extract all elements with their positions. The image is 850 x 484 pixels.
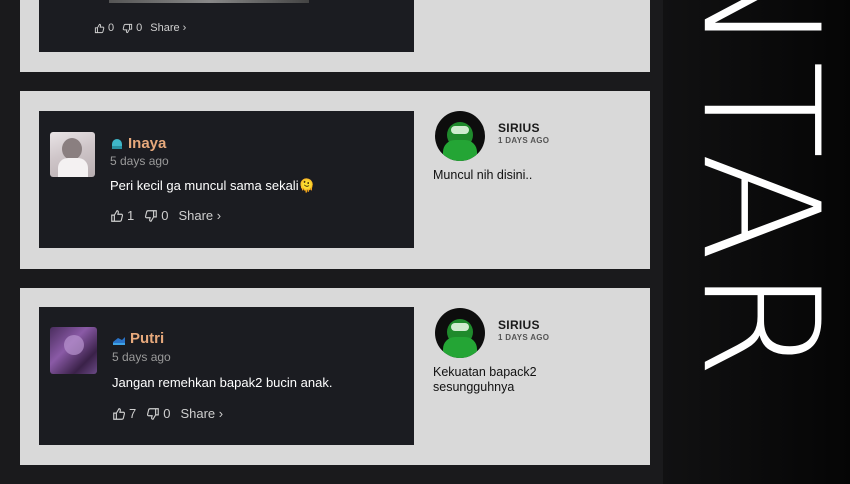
thumbs-up-icon <box>94 23 105 33</box>
comment-card: Inaya 5 days ago Peri kecil ga muncul sa… <box>39 111 414 248</box>
comment-author: Putri <box>112 330 164 347</box>
cropped-image <box>109 0 309 3</box>
username[interactable]: Inaya <box>128 135 166 152</box>
share-button[interactable]: Share › <box>150 22 186 34</box>
comment-actions: 7 0 Share › <box>112 406 223 421</box>
avatar[interactable] <box>50 327 97 374</box>
comment-card-partial: 0 0 Share › <box>39 0 414 52</box>
reply-time: 1 DAYS AGO <box>498 136 550 145</box>
reply-avatar[interactable] <box>435 111 485 161</box>
reply-time: 1 DAYS AGO <box>498 333 550 342</box>
share-button[interactable]: Share › <box>178 208 221 223</box>
comment-time: 5 days ago <box>112 350 171 364</box>
comment-text: Jangan remehkan bapak2 bucin anak. <box>112 375 333 390</box>
comment-panel-partial: 0 0 Share › <box>20 0 650 72</box>
sidebar-title: NTAR <box>667 0 850 385</box>
username[interactable]: Putri <box>130 330 164 347</box>
dislike-count: 0 <box>161 208 169 223</box>
thumbs-down-icon <box>147 407 160 420</box>
reply-author[interactable]: SIRIUS <box>498 318 540 332</box>
comment-time: 5 days ago <box>110 154 169 168</box>
like-button[interactable]: 1 <box>110 208 134 223</box>
badge-icon <box>113 336 125 345</box>
thumbs-down-icon <box>145 209 158 222</box>
comment-text: Peri kecil ga muncul sama sekali🫠 <box>110 178 315 193</box>
comment-actions: 1 0 Share › <box>110 208 221 223</box>
share-button[interactable]: Share › <box>180 406 223 421</box>
like-count: 7 <box>129 406 137 421</box>
comment-actions: 0 0 Share › <box>94 22 186 34</box>
reply-text: Muncul nih disini.. <box>433 168 533 182</box>
like-button[interactable]: 7 <box>112 406 136 421</box>
comment-author: Inaya <box>110 135 166 152</box>
dislike-button[interactable]: 0 <box>144 208 168 223</box>
avatar[interactable] <box>50 132 95 177</box>
thumbs-down-icon <box>122 23 133 33</box>
reply-text: Kekuatan bapack2 sesungguhnya <box>433 365 537 394</box>
dislike-button[interactable]: 0 <box>146 406 170 421</box>
like-button[interactable]: 0 <box>94 22 114 34</box>
reply-author[interactable]: SIRIUS <box>498 121 540 135</box>
badge-icon <box>112 138 122 149</box>
thumbs-up-icon <box>113 407 126 420</box>
like-count: 0 <box>108 22 115 34</box>
dislike-count: 0 <box>136 22 143 34</box>
reply-avatar[interactable] <box>435 308 485 358</box>
dislike-button[interactable]: 0 <box>122 22 142 34</box>
thumbs-up-icon <box>111 209 124 222</box>
comment-card: Putri 5 days ago Jangan remehkan bapak2 … <box>39 307 414 445</box>
comment-panel: Inaya 5 days ago Peri kecil ga muncul sa… <box>20 91 650 269</box>
like-count: 1 <box>127 208 135 223</box>
comment-panel: Putri 5 days ago Jangan remehkan bapak2 … <box>20 288 650 465</box>
dislike-count: 0 <box>163 406 171 421</box>
